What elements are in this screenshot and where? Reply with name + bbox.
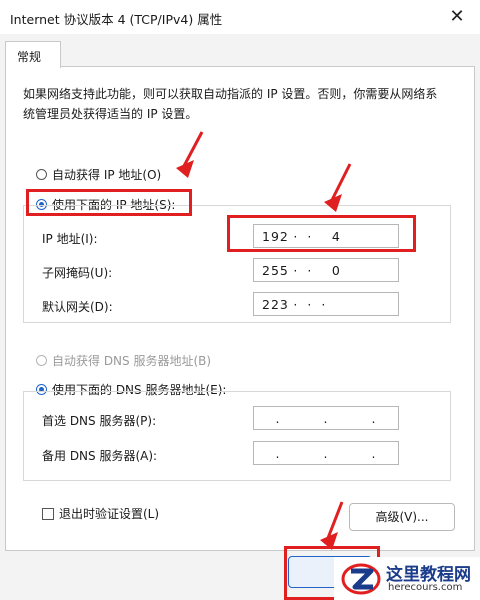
validate-on-exit-box — [42, 507, 54, 520]
close-icon: ✕ — [449, 6, 465, 27]
tab-general[interactable]: 常规 — [5, 41, 61, 68]
validate-on-exit-label: 退出时验证设置(L) — [59, 507, 160, 521]
ip-address-seg-4: 4 — [331, 228, 341, 244]
tab-general-label: 常规 — [17, 50, 42, 64]
title-bar: Internet 协议版本 4 (TCP/IPv4) 属性 ✕ — [0, 0, 480, 34]
default-gateway-sep-1: · — [293, 296, 299, 312]
radio-auto-dns-indicator — [36, 355, 47, 366]
preferred-dns-sep-1: . — [275, 410, 281, 426]
ip-address-sep-2: · — [307, 228, 313, 244]
ip-address-input[interactable]: 192 · · 4 — [253, 224, 399, 248]
validate-on-exit-checkbox[interactable]: 退出时验证设置(L) — [42, 505, 159, 522]
alternate-dns-label: 备用 DNS 服务器(A): — [42, 449, 158, 463]
default-gateway-input[interactable]: 223 · · · — [253, 292, 399, 316]
ip-address-sep-1: · — [293, 228, 299, 244]
watermark: 这里教程网 herecours.com — [334, 557, 480, 600]
alternate-dns-sep-1: . — [275, 445, 281, 461]
watermark-logo-icon — [341, 563, 381, 595]
watermark-url: herecours.com — [388, 582, 463, 593]
advanced-button[interactable]: 高级(V)... — [349, 503, 455, 531]
close-button[interactable]: ✕ — [440, 3, 474, 31]
radio-auto-ip[interactable]: 自动获得 IP 地址(O) — [36, 166, 161, 183]
subnet-mask-label: 子网掩码(U): — [42, 266, 113, 280]
preferred-dns-sep-3: . — [371, 410, 377, 426]
default-gateway-label: 默认网关(D): — [42, 300, 113, 314]
window-title: Internet 协议版本 4 (TCP/IPv4) 属性 — [10, 12, 223, 27]
subnet-mask-input[interactable]: 255 · · 0 — [253, 258, 399, 282]
preferred-dns-input[interactable]: . . . — [253, 406, 399, 430]
subnet-mask-seg-4: 0 — [331, 262, 341, 278]
subnet-mask-seg-1: 255 — [262, 262, 289, 278]
default-gateway-sep-3: · — [321, 296, 327, 312]
preferred-dns-sep-2: . — [323, 410, 329, 426]
default-gateway-seg-1: 223 — [262, 296, 289, 312]
advanced-button-label: 高级(V)... — [375, 510, 429, 524]
ip-address-seg-1: 192 — [262, 228, 289, 244]
subnet-mask-sep-1: · — [293, 262, 299, 278]
alternate-dns-input[interactable]: . . . — [253, 441, 399, 465]
subnet-mask-sep-2: · — [307, 262, 313, 278]
alternate-dns-sep-2: . — [323, 445, 329, 461]
radio-auto-ip-indicator — [36, 169, 47, 180]
radio-auto-dns[interactable]: 自动获得 DNS 服务器地址(B) — [36, 352, 211, 369]
description-text: 如果网络支持此功能，则可以获取自动指派的 IP 设置。否则，你需要从网络系统管理… — [23, 87, 438, 121]
default-gateway-sep-2: · — [307, 296, 313, 312]
radio-auto-ip-label: 自动获得 IP 地址(O) — [52, 168, 162, 182]
ip-address-label: IP 地址(I): — [42, 232, 98, 246]
radio-auto-dns-label: 自动获得 DNS 服务器地址(B) — [52, 354, 212, 368]
preferred-dns-label: 首选 DNS 服务器(P): — [42, 414, 157, 428]
alternate-dns-sep-3: . — [371, 445, 377, 461]
dns-group-box — [23, 391, 451, 481]
